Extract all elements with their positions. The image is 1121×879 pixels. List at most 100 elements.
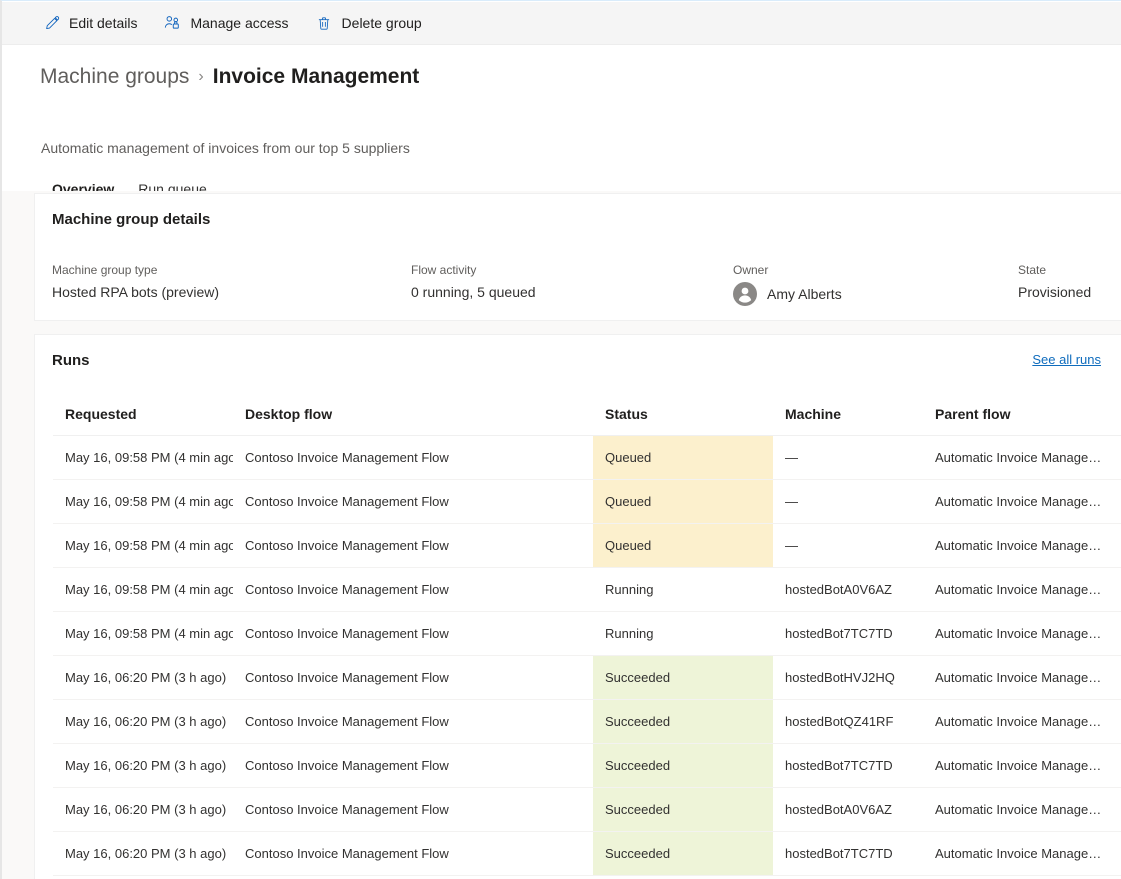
table-row[interactable]: May 16, 06:20 PM (3 h ago)Contoso Invoic… (53, 832, 1121, 876)
column-header-desktop-flow[interactable]: Desktop flow (233, 404, 593, 424)
cell-parent-flow: Automatic Invoice Manage… (923, 480, 1121, 523)
pencil-icon (42, 14, 60, 32)
command-bar: Edit details Manage access (2, 2, 1121, 45)
detail-value: 0 running, 5 queued (411, 282, 733, 302)
cell-parent-flow: Automatic Invoice Manage… (923, 436, 1121, 479)
cell-desktop-flow: Contoso Invoice Management Flow (233, 480, 593, 523)
runs-table-body: May 16, 09:58 PM (4 min ago)Contoso Invo… (53, 436, 1121, 876)
cell-desktop-flow: Contoso Invoice Management Flow (233, 436, 593, 479)
detail-flow-activity: Flow activity 0 running, 5 queued (411, 262, 733, 306)
cell-requested: May 16, 09:58 PM (4 min ago) (53, 524, 233, 567)
cell-machine: hostedBotHVJ2HQ (773, 656, 923, 699)
page-title: Invoice Management (213, 63, 420, 91)
cell-status: Succeeded (593, 832, 773, 875)
cell-requested: May 16, 06:20 PM (3 h ago) (53, 700, 233, 743)
cell-status: Succeeded (593, 656, 773, 699)
cell-status: Queued (593, 436, 773, 479)
edit-details-button[interactable]: Edit details (40, 7, 147, 39)
cell-parent-flow: Automatic Invoice Manage… (923, 700, 1121, 743)
detail-label: State (1018, 262, 1121, 278)
runs-card: Runs See all runs Requested Desktop flow… (34, 334, 1121, 879)
cell-desktop-flow: Contoso Invoice Management Flow (233, 700, 593, 743)
page-subtitle: Automatic management of invoices from ou… (41, 138, 410, 158)
table-row[interactable]: May 16, 09:58 PM (4 min ago)Contoso Invo… (53, 436, 1121, 480)
detail-owner: Owner Amy Alberts (733, 262, 1018, 306)
cell-machine: hostedBot7TC7TD (773, 744, 923, 787)
cell-requested: May 16, 06:20 PM (3 h ago) (53, 656, 233, 699)
table-row[interactable]: May 16, 09:58 PM (4 min ago)Contoso Invo… (53, 612, 1121, 656)
cell-desktop-flow: Contoso Invoice Management Flow (233, 612, 593, 655)
table-row[interactable]: May 16, 09:58 PM (4 min ago)Contoso Invo… (53, 568, 1121, 612)
details-grid: Machine group type Hosted RPA bots (prev… (52, 262, 1121, 306)
manage-access-label: Manage access (190, 14, 288, 32)
runs-card-title: Runs (52, 351, 90, 371)
cell-machine: hostedBotA0V6AZ (773, 788, 923, 831)
cell-parent-flow: Automatic Invoice Manage… (923, 568, 1121, 611)
cell-machine: hostedBot7TC7TD (773, 832, 923, 875)
machine-group-details-card: Machine group details Machine group type… (34, 193, 1121, 321)
detail-value: Provisioned (1018, 282, 1121, 302)
chevron-right-icon: › (198, 63, 203, 91)
cell-desktop-flow: Contoso Invoice Management Flow (233, 832, 593, 875)
column-header-status[interactable]: Status (593, 404, 773, 424)
cell-machine: hostedBotA0V6AZ (773, 568, 923, 611)
cell-parent-flow: Automatic Invoice Manage… (923, 744, 1121, 787)
column-header-machine[interactable]: Machine (773, 404, 923, 424)
cell-desktop-flow: Contoso Invoice Management Flow (233, 524, 593, 567)
table-row[interactable]: May 16, 06:20 PM (3 h ago)Contoso Invoic… (53, 700, 1121, 744)
details-card-title: Machine group details (52, 210, 210, 230)
owner-name: Amy Alberts (767, 284, 842, 304)
manage-access-button[interactable]: Manage access (161, 7, 298, 39)
cell-requested: May 16, 09:58 PM (4 min ago) (53, 568, 233, 611)
table-row[interactable]: May 16, 06:20 PM (3 h ago)Contoso Invoic… (53, 656, 1121, 700)
cell-status: Succeeded (593, 788, 773, 831)
cell-parent-flow: Automatic Invoice Manage… (923, 612, 1121, 655)
cell-requested: May 16, 09:58 PM (4 min ago) (53, 436, 233, 479)
breadcrumb: Machine groups › Invoice Management (40, 63, 419, 91)
page-header: Machine groups › Invoice Management Auto… (2, 45, 1121, 191)
cell-desktop-flow: Contoso Invoice Management Flow (233, 744, 593, 787)
cell-desktop-flow: Contoso Invoice Management Flow (233, 656, 593, 699)
cell-requested: May 16, 06:20 PM (3 h ago) (53, 832, 233, 875)
table-row[interactable]: May 16, 09:58 PM (4 min ago)Contoso Invo… (53, 480, 1121, 524)
column-header-parent-flow[interactable]: Parent flow (923, 404, 1121, 424)
cell-status: Queued (593, 524, 773, 567)
detail-value-owner: Amy Alberts (733, 282, 1018, 306)
see-all-runs-link[interactable]: See all runs (1032, 351, 1101, 369)
cell-machine: — (773, 480, 923, 523)
column-header-requested[interactable]: Requested (53, 404, 233, 424)
detail-label: Flow activity (411, 262, 733, 278)
cell-requested: May 16, 09:58 PM (4 min ago) (53, 480, 233, 523)
cell-requested: May 16, 06:20 PM (3 h ago) (53, 744, 233, 787)
detail-state: State Provisioned (1018, 262, 1121, 306)
cell-status: Running (593, 568, 773, 611)
detail-label: Machine group type (52, 262, 411, 278)
avatar (733, 282, 757, 306)
detail-machine-group-type: Machine group type Hosted RPA bots (prev… (52, 262, 411, 306)
table-row[interactable]: May 16, 09:58 PM (4 min ago)Contoso Invo… (53, 524, 1121, 568)
cell-requested: May 16, 06:20 PM (3 h ago) (53, 788, 233, 831)
cell-desktop-flow: Contoso Invoice Management Flow (233, 788, 593, 831)
edit-details-label: Edit details (69, 14, 137, 32)
delete-group-label: Delete group (342, 14, 422, 32)
cell-status: Queued (593, 480, 773, 523)
detail-label: Owner (733, 262, 1018, 278)
detail-value: Hosted RPA bots (preview) (52, 282, 411, 302)
cell-status: Succeeded (593, 744, 773, 787)
table-row[interactable]: May 16, 06:20 PM (3 h ago)Contoso Invoic… (53, 744, 1121, 788)
runs-table-header: Requested Desktop flow Status Machine Pa… (53, 393, 1121, 436)
cell-parent-flow: Automatic Invoice Manage… (923, 788, 1121, 831)
breadcrumb-machine-groups[interactable]: Machine groups (40, 63, 189, 91)
cell-machine: hostedBot7TC7TD (773, 612, 923, 655)
cell-status: Succeeded (593, 700, 773, 743)
runs-table: Requested Desktop flow Status Machine Pa… (53, 393, 1121, 879)
delete-group-button[interactable]: Delete group (313, 7, 432, 39)
table-row[interactable]: May 16, 06:20 PM (3 h ago)Contoso Invoic… (53, 788, 1121, 832)
machine-group-page: Edit details Manage access (0, 0, 1121, 879)
manage-access-icon (163, 14, 181, 32)
cell-parent-flow: Automatic Invoice Manage… (923, 832, 1121, 875)
trash-icon (315, 14, 333, 32)
cell-requested: May 16, 09:58 PM (4 min ago) (53, 612, 233, 655)
cell-parent-flow: Automatic Invoice Manage… (923, 656, 1121, 699)
cell-machine: — (773, 524, 923, 567)
